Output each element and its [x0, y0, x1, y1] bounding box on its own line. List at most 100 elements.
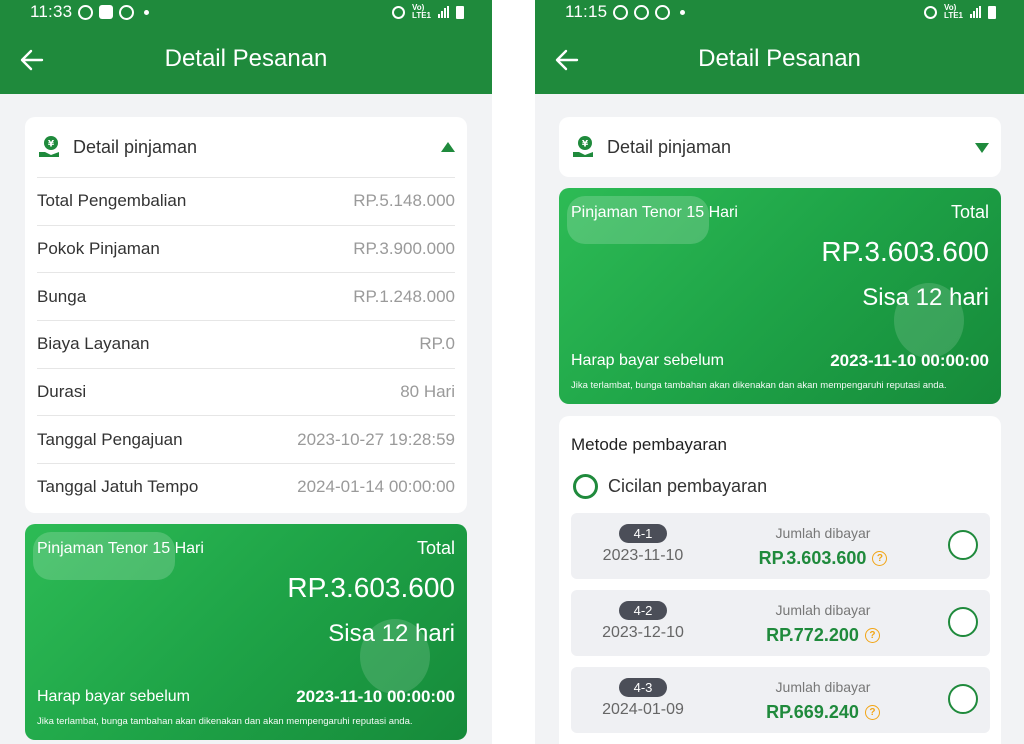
row-value: 2024-01-14 00:00:00	[297, 477, 455, 497]
loan-summary-card: Pinjaman Tenor 15 Hari Total RP.3.603.60…	[559, 188, 1001, 404]
installment-badge: 4-2	[619, 601, 667, 620]
page-title: Detail Pesanan	[698, 45, 861, 72]
whatsapp-icon	[613, 4, 629, 20]
amount-label: Jumlah dibayar	[775, 525, 871, 541]
payment-method-card: Metode pembayaran Cicilan pembayaran 4-1…	[559, 416, 1001, 744]
detail-row: Pokok Pinjaman RP.3.900.000	[37, 224, 455, 273]
loan-detail-card: ¥ Detail pinjaman	[559, 117, 1001, 177]
help-icon[interactable]: ?	[872, 551, 888, 566]
amount-label: Jumlah dibayar	[775, 679, 871, 695]
alarm-icon	[924, 5, 938, 19]
status-bar: 11:15 Vo) LTE1	[535, 0, 1024, 24]
detail-row: Durasi 80 Hari	[37, 367, 455, 416]
row-label: Tanggal Jatuh Tempo	[37, 477, 199, 497]
app-bar: Detail Pesanan	[0, 24, 492, 94]
battery-icon	[988, 5, 996, 19]
row-value: RP.1.248.000	[353, 286, 455, 306]
loan-detail-header[interactable]: ¥ Detail pinjaman	[25, 117, 467, 177]
loan-detail-title: Detail pinjaman	[73, 136, 198, 157]
loan-summary-card: Pinjaman Tenor 15 Hari Total RP.3.603.60…	[25, 524, 467, 740]
tenor-label: Pinjaman Tenor 15 Hari	[571, 204, 738, 221]
battery-icon	[456, 5, 464, 19]
installment-date: 2024-01-09	[602, 701, 684, 718]
installment-row[interactable]: 4-3 2024-01-09 Jumlah dibayar RP.669.240…	[571, 667, 990, 733]
signal-icon	[970, 6, 981, 18]
collapse-arrow-icon[interactable]	[441, 142, 455, 152]
installment-select-radio[interactable]	[948, 530, 978, 560]
page-title: Detail Pesanan	[164, 45, 328, 72]
tenor-label: Pinjaman Tenor 15 Hari	[37, 540, 204, 557]
late-fee-note: Jika terlambat, bunga tambahan akan dike…	[571, 380, 947, 391]
installment-select-radio[interactable]	[948, 607, 978, 637]
installment-badge: 4-1	[619, 524, 667, 543]
svg-text:¥: ¥	[48, 140, 55, 150]
row-value: 80 Hari	[400, 382, 455, 402]
line-icon	[634, 4, 650, 20]
row-value: 2023-10-27 19:28:59	[297, 429, 455, 449]
row-label: Pokok Pinjaman	[37, 239, 160, 259]
signal-icon	[438, 6, 449, 18]
row-label: Total Pengembalian	[37, 191, 187, 211]
expand-arrow-icon[interactable]	[975, 143, 989, 153]
pay-before-label: Harap bayar sebelum	[571, 352, 724, 369]
installment-amount: RP.3.603.600	[758, 548, 867, 568]
app-bar: Detail Pesanan	[535, 24, 1024, 94]
status-time: 11:33	[30, 2, 73, 21]
installment-option[interactable]: Cicilan pembayaran	[573, 474, 767, 499]
installment-date: 2023-12-10	[602, 624, 684, 641]
total-amount: RP.3.603.600	[287, 572, 455, 603]
detail-row: Bunga RP.1.248.000	[37, 272, 455, 320]
more-notifications-icon	[144, 9, 150, 15]
row-label: Tanggal Pengajuan	[37, 429, 183, 449]
installment-amount: RP.669.240	[766, 702, 859, 722]
due-date: 2023-11-10 00:00:00	[296, 687, 455, 706]
gallery-icon	[99, 5, 114, 19]
installment-row[interactable]: 4-1 2023-11-10 Jumlah dibayar RP.3.603.6…	[571, 513, 990, 579]
remaining-days: Sisa 12 hari	[862, 284, 989, 311]
installment-row[interactable]: 4-2 2023-12-10 Jumlah dibayar RP.772.200…	[571, 590, 990, 656]
due-date: 2023-11-10 00:00:00	[830, 351, 989, 370]
installment-radio[interactable]	[573, 474, 598, 499]
total-label: Total	[416, 538, 455, 558]
help-icon[interactable]: ?	[864, 628, 880, 643]
detail-row: Biaya Layanan RP.0	[37, 320, 455, 368]
back-arrow-icon[interactable]	[18, 46, 46, 74]
row-label: Biaya Layanan	[37, 334, 150, 354]
installment-select-radio[interactable]	[948, 684, 978, 714]
remaining-days: Sisa 12 hari	[328, 620, 455, 647]
right-screen: 11:15 Vo) LTE1 Detail Pesanan ¥ Detail pi…	[535, 0, 1024, 744]
left-screen: 11:33 Vo) LTE1 Detail Pesanan ¥ Detail pi…	[0, 0, 492, 744]
total-label: Total	[950, 202, 989, 222]
row-value: RP.0	[419, 334, 455, 354]
money-hand-icon: ¥	[573, 136, 593, 157]
loan-detail-title: Detail pinjaman	[607, 136, 732, 157]
late-fee-note: Jika terlambat, bunga tambahan akan dike…	[37, 716, 413, 727]
detail-row: Total Pengembalian RP.5.148.000	[37, 177, 455, 225]
installment-amount: RP.772.200	[766, 625, 859, 645]
installment-date: 2023-11-10	[602, 547, 684, 564]
alarm-icon	[392, 5, 406, 19]
row-value: RP.5.148.000	[353, 191, 455, 211]
back-arrow-icon[interactable]	[553, 46, 581, 74]
status-time: 11:15	[565, 2, 608, 21]
line-icon	[119, 4, 135, 20]
row-label: Durasi	[37, 382, 87, 402]
svg-text:¥: ¥	[582, 140, 589, 150]
loan-detail-card: ¥ Detail pinjaman Total Pengembalian RP.…	[25, 117, 467, 513]
detail-row: Tanggal Jatuh Tempo 2024-01-14 00:00:00	[37, 463, 455, 511]
help-icon[interactable]: ?	[864, 705, 880, 720]
volte-icon: Vo) LTE1	[412, 3, 431, 20]
total-amount: RP.3.603.600	[821, 236, 989, 267]
installment-option-label: Cicilan pembayaran	[608, 476, 768, 496]
payment-method-title: Metode pembayaran	[571, 435, 727, 454]
money-hand-icon: ¥	[39, 136, 59, 157]
more-notifications-icon	[680, 9, 686, 15]
volte-icon: Vo) LTE1	[944, 3, 963, 20]
row-label: Bunga	[37, 286, 87, 306]
loan-detail-header[interactable]: ¥ Detail pinjaman	[559, 117, 1001, 177]
app-notification-icon	[655, 4, 671, 20]
pay-before-label: Harap bayar sebelum	[37, 688, 190, 705]
row-value: RP.3.900.000	[353, 239, 455, 259]
status-bar: 11:33 Vo) LTE1	[0, 0, 492, 24]
whatsapp-icon	[78, 4, 94, 20]
